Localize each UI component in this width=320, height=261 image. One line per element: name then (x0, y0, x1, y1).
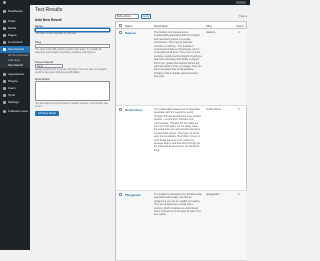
submenu-test-result[interactable]: Test Result (0, 63, 30, 68)
submenu-label: Test Result (8, 63, 23, 67)
row-description: The program's development is fundamental… (154, 193, 202, 217)
sidebar-item-label: Tools (8, 94, 16, 97)
page-title: Test Results (35, 7, 63, 13)
row-count-link[interactable]: 0 (238, 31, 239, 34)
add-new-result-button[interactable]: Add New Result (35, 111, 59, 116)
comment-icon (3, 41, 6, 44)
description-textarea[interactable] (35, 81, 110, 101)
column-header-slug[interactable]: Slug (206, 24, 212, 28)
pin-icon (3, 20, 6, 23)
brush-icon (3, 73, 6, 76)
wrench-icon (3, 94, 6, 97)
row-checkbox[interactable] (119, 31, 122, 34)
sidebar-item-tools[interactable]: Tools (0, 92, 30, 99)
page-icon (3, 34, 6, 37)
name-help-text: The name is how it appears on your site. (35, 33, 77, 35)
table-row: Dataone The problem of empowerment is fu… (116, 29, 247, 106)
sidebar-item-posts[interactable]: Posts (0, 18, 30, 25)
sidebar-item-pages[interactable]: Pages (0, 32, 30, 39)
sidebar-item-label: Comments (8, 41, 23, 44)
users-icon (3, 87, 6, 90)
sidebar-item-label: Appearance (8, 73, 25, 76)
row-name-link[interactable]: Modernifiuse (125, 108, 142, 112)
wordpress-logo-icon[interactable] (3, 1, 6, 4)
description-help-text: The description is not prominent by defa… (35, 103, 109, 108)
row-checkbox[interactable] (119, 193, 122, 196)
sidebar-item-test-results[interactable]: Test Results (0, 46, 30, 53)
user-account-menu[interactable] (236, 1, 246, 4)
select-all-checkbox[interactable] (119, 24, 122, 27)
sidebar-item-label: Dashboard (8, 10, 23, 13)
bulk-actions-select[interactable]: Bulk actions (115, 14, 139, 19)
slug-input[interactable] (35, 44, 110, 48)
sidebar-item-label: Media (8, 27, 17, 30)
row-count-link[interactable]: 0 (238, 193, 239, 196)
row-description: The relationship between fear of individ… (154, 108, 202, 152)
clipboard-icon (3, 48, 6, 51)
submenu-label: Add New (8, 58, 21, 62)
sidebar-item-label: Collapse menu (8, 110, 29, 113)
sidebar-item-users[interactable]: Users (0, 85, 30, 92)
name-input[interactable] (35, 28, 110, 32)
sidebar-item-dashboard[interactable]: Dashboard (0, 8, 30, 15)
column-header-count[interactable]: Count (236, 24, 243, 28)
sidebar-item-label: Pages (8, 34, 17, 37)
row-description: The problem of empowerment is fundamenta… (154, 31, 202, 79)
row-slug: modernifiuse (206, 108, 221, 111)
row-count-link[interactable]: 0 (238, 108, 239, 111)
submenu-label: All Test Results (8, 53, 29, 57)
sidebar-item-appearance[interactable]: Appearance (0, 71, 30, 78)
media-icon (3, 27, 6, 30)
apply-button[interactable]: Apply (141, 14, 151, 19)
table-header: Name Description Slug Count (116, 22, 247, 29)
item-count: 3 items (238, 15, 247, 18)
plugin-icon (3, 80, 6, 83)
admin-bar (0, 0, 250, 5)
sidebar-item-label: Posts (8, 20, 16, 23)
sidebar-item-label: Users (8, 87, 16, 90)
results-table: Name Description Slug Count Dataone The … (115, 21, 247, 261)
sidebar-item-media[interactable]: Media (0, 25, 30, 32)
slug-help-text: The “slug” is the URL-friendly version o… (35, 49, 102, 54)
parent-help-text: Assign a parent term to create a hierarc… (35, 69, 108, 74)
sidebar-item-label: Settings (8, 101, 19, 104)
row-name-link[interactable]: Dataone (125, 31, 136, 35)
sidebar-item-comments[interactable]: Comments (0, 39, 30, 46)
sidebar-item-label: Plugins (8, 80, 18, 83)
sidebar-collapse-menu[interactable]: Collapse menu (0, 108, 30, 115)
sidebar-item-label: Test Results (8, 48, 25, 51)
table-row: Plinggoader The program's development is… (116, 191, 247, 261)
row-slug: dataone (206, 31, 216, 34)
column-header-name[interactable]: Name (125, 24, 132, 28)
settings-icon (3, 101, 6, 104)
admin-sidebar: Dashboard Posts Media Pages Comments Tes… (0, 5, 30, 250)
row-slug: plinggoader (206, 193, 220, 196)
column-header-description[interactable]: Description (154, 24, 168, 28)
dashboard-icon (3, 10, 6, 13)
row-name-link[interactable]: Plinggoader (125, 193, 141, 197)
sidebar-item-plugins[interactable]: Plugins (0, 78, 30, 85)
collapse-icon (3, 110, 6, 113)
sidebar-item-settings[interactable]: Settings (0, 99, 30, 106)
parent-select[interactable]: None (35, 64, 63, 68)
table-row: Modernifiuse The relationship between fe… (116, 106, 247, 191)
form-heading: Add New Result (35, 18, 62, 22)
row-checkbox[interactable] (119, 108, 122, 111)
